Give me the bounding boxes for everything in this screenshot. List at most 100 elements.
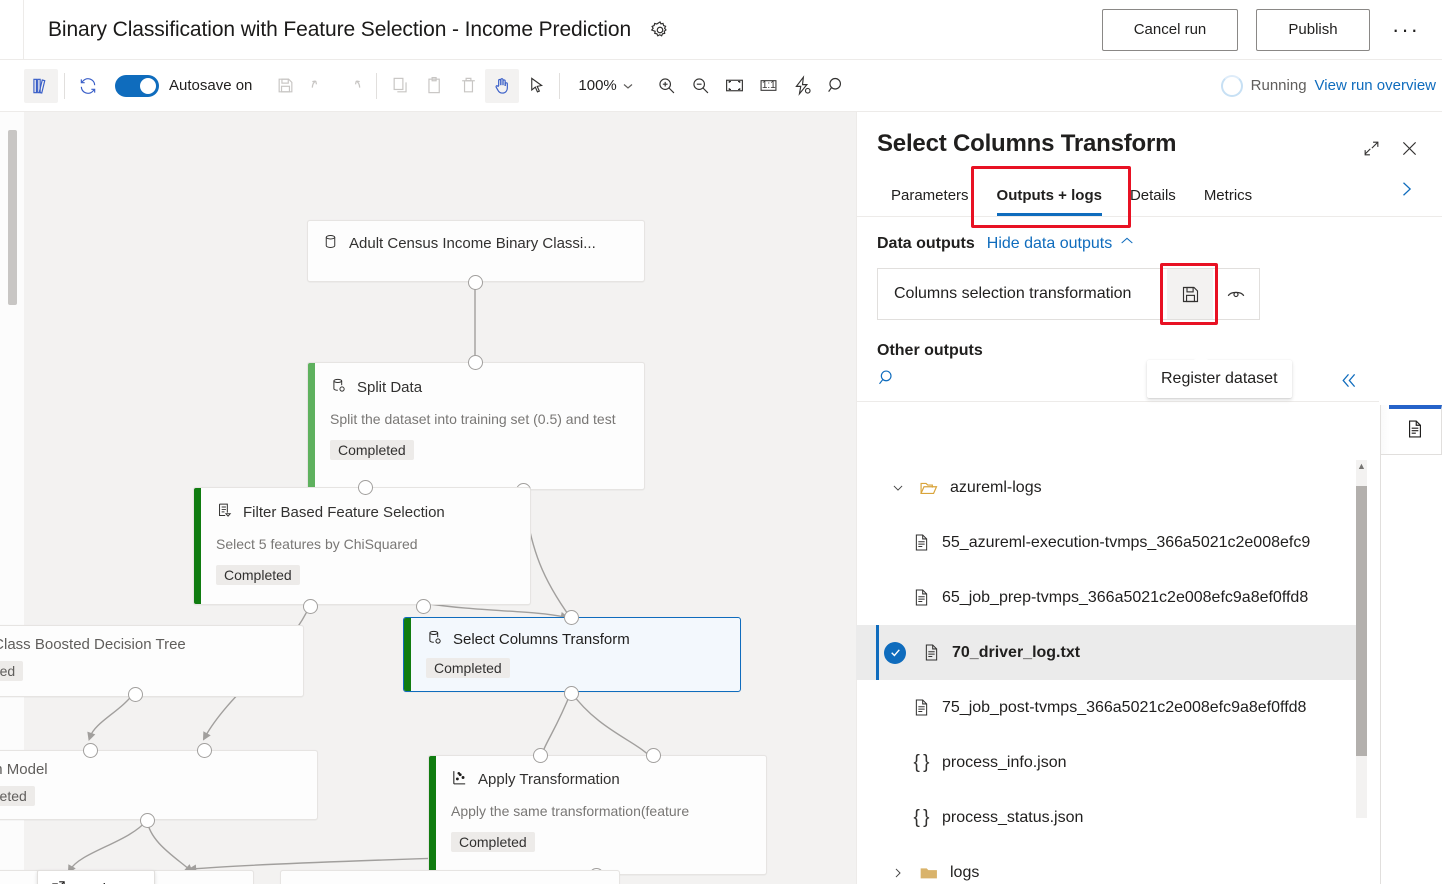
pipeline-canvas[interactable]: Adult Census Income Binary Classi... Spl… <box>0 112 856 884</box>
copy-icon[interactable] <box>383 69 417 103</box>
cancel-run-button[interactable]: Cancel run <box>1102 9 1238 51</box>
node-port[interactable] <box>416 599 431 614</box>
tree-row[interactable]: azureml-logs <box>856 460 1356 515</box>
chevron-right-icon[interactable] <box>1390 171 1422 216</box>
pipeline-node-apply-transformation[interactable]: Apply Transformation Apply the same tran… <box>428 755 767 875</box>
node-title-text: wo-Class Boosted Decision Tree <box>0 636 186 653</box>
node-port[interactable] <box>140 813 155 828</box>
close-icon[interactable] <box>1399 138 1420 159</box>
header-left-rail <box>0 0 24 60</box>
node-port[interactable] <box>564 610 579 625</box>
dataset-icon <box>322 233 339 254</box>
more-options-icon[interactable]: ··· <box>1384 8 1428 52</box>
canvas-vertical-scrollbar[interactable] <box>8 130 17 305</box>
redo-icon[interactable] <box>336 69 370 103</box>
other-outputs-search-row <box>857 360 1379 402</box>
view-run-overview-link[interactable]: View run overview <box>1315 77 1436 94</box>
pipeline-node-dataset[interactable]: Adult Census Income Binary Classi... <box>307 220 645 282</box>
active-tab-underline <box>997 213 1102 216</box>
actual-size-label: 1:1 <box>762 80 776 91</box>
node-port[interactable] <box>564 686 579 701</box>
zoom-level-dropdown[interactable]: 100% <box>572 77 639 94</box>
undo-icon[interactable] <box>302 69 336 103</box>
other-outputs-label: Other outputs <box>857 320 1442 360</box>
tab-metrics[interactable]: Metrics <box>1190 177 1266 216</box>
trash-icon[interactable] <box>451 69 485 103</box>
zoom-level-label: 100% <box>578 77 616 94</box>
tree-item-label: process_status.json <box>942 809 1083 827</box>
navigate-icon <box>50 879 67 884</box>
fit-to-screen-icon[interactable] <box>718 69 752 103</box>
node-title-text: Train Model <box>0 761 48 778</box>
chevron-down-icon[interactable] <box>884 481 912 495</box>
save-icon[interactable] <box>268 69 302 103</box>
library-icon[interactable] <box>24 69 58 103</box>
node-status-accent <box>194 488 201 604</box>
tree-item-label: process_info.json <box>942 754 1067 772</box>
tab-parameters[interactable]: Parameters <box>877 177 983 216</box>
refresh-icon[interactable] <box>71 69 105 103</box>
file-tree-scroll-thumb[interactable] <box>1356 486 1367 756</box>
cursor-icon[interactable] <box>519 69 553 103</box>
pipeline-node-split-data[interactable]: Split Data Split the dataset into traini… <box>307 362 645 490</box>
data-output-name: Columns selection transformation <box>878 285 1167 303</box>
node-port[interactable] <box>533 748 548 763</box>
zoom-in-icon[interactable] <box>650 69 684 103</box>
node-status-badge: Completed <box>216 565 300 585</box>
search-icon[interactable] <box>820 69 854 103</box>
tree-row[interactable]: { } process_status.json <box>856 790 1356 845</box>
eye-icon[interactable] <box>1213 269 1259 319</box>
gear-icon[interactable] <box>649 19 671 41</box>
node-port[interactable] <box>646 748 661 763</box>
pipeline-node-two-class-boosted-decision-tree[interactable]: wo-Class Boosted Decision Tree pleted <box>0 625 304 697</box>
register-dataset-button[interactable] <box>1167 269 1213 319</box>
node-port[interactable] <box>197 743 212 758</box>
node-port[interactable] <box>358 480 373 495</box>
paste-icon[interactable] <box>417 69 451 103</box>
tree-item-label: 70_driver_log.txt <box>952 644 1080 662</box>
tab-details[interactable]: Details <box>1116 177 1190 216</box>
tab-label: Details <box>1130 187 1176 204</box>
publish-button[interactable]: Publish <box>1256 9 1370 51</box>
pipeline-node-train-model[interactable]: Train Model mpleted <box>0 750 318 820</box>
node-description: Split the dataset into training set (0.5… <box>330 410 628 428</box>
node-description: Apply the same transformation(feature <box>451 802 750 820</box>
json-file-icon: { } <box>904 807 938 829</box>
tree-row[interactable]: 75_job_post-tvmps_366a5021c2e008efc9a8ef… <box>856 680 1356 735</box>
node-port[interactable] <box>83 743 98 758</box>
pipeline-node-select-columns-transform[interactable]: Select Columns Transform Completed <box>403 617 741 692</box>
autosave-toggle[interactable] <box>115 75 159 97</box>
double-chevron-left-icon[interactable] <box>1338 370 1359 391</box>
text-file-icon <box>904 698 938 717</box>
tree-row[interactable]: 70_driver_log.txt <box>856 625 1356 680</box>
text-file-icon <box>1405 419 1425 444</box>
node-port[interactable] <box>303 599 318 614</box>
pipeline-node-filter-based-feature-selection[interactable]: Filter Based Feature Selection Select 5 … <box>193 487 531 605</box>
pipeline-node-partial-bottom-center[interactable] <box>280 870 620 884</box>
auto-layout-icon[interactable] <box>786 69 820 103</box>
module-icon <box>426 629 443 650</box>
autosave-label: Autosave on <box>169 77 252 94</box>
expand-icon[interactable] <box>1362 139 1381 158</box>
tree-row[interactable]: { } process_info.json <box>856 735 1356 790</box>
node-port[interactable] <box>468 275 483 290</box>
hand-icon[interactable] <box>485 69 519 103</box>
tab-outputs-logs[interactable]: Outputs + logs <box>983 177 1116 216</box>
tree-row[interactable]: logs <box>856 845 1356 884</box>
scroll-up-arrow-icon[interactable]: ▲ <box>1356 462 1367 471</box>
node-port[interactable] <box>468 355 483 370</box>
data-output-row: Columns selection transformation <box>877 268 1260 320</box>
file-tree[interactable]: azureml-logs 55_azureml-execution-tvmps_… <box>856 460 1356 884</box>
chevron-right-icon[interactable] <box>884 866 912 880</box>
text-file-icon <box>904 533 938 552</box>
tree-row[interactable]: 55_azureml-execution-tvmps_366a5021c2e00… <box>856 515 1356 570</box>
node-status-accent <box>429 756 436 874</box>
node-port[interactable] <box>128 687 143 702</box>
preview-file-tab[interactable] <box>1389 405 1442 455</box>
file-tree-scrollbar[interactable]: ▲ <box>1356 460 1367 818</box>
tree-row[interactable]: 65_job_prep-tvmps_366a5021c2e008efc9a8ef… <box>856 570 1356 625</box>
actual-size-icon[interactable]: 1:1 <box>752 69 786 103</box>
hide-data-outputs-link[interactable]: Hide data outputs <box>987 233 1135 254</box>
navigate-tooltip[interactable]: Navigate <box>37 870 155 884</box>
zoom-out-icon[interactable] <box>684 69 718 103</box>
